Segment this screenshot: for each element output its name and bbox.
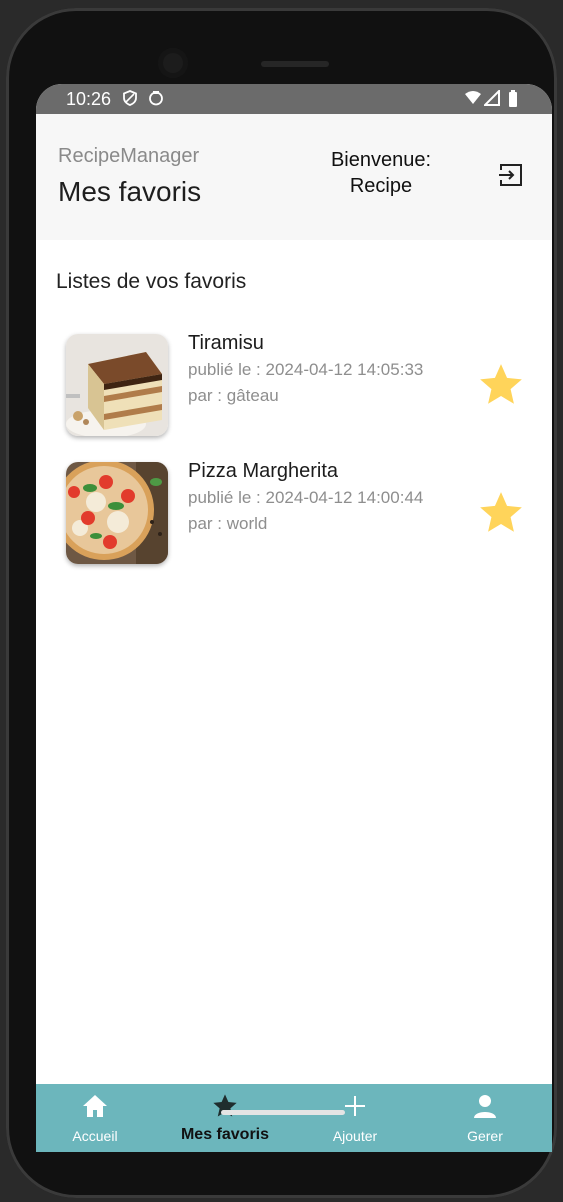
tiramisu-image	[66, 334, 168, 436]
page-title: Mes favoris	[58, 176, 202, 207]
welcome-label: Bienvenue:	[330, 149, 432, 171]
recipe-date: publié le : 2024-04-12 14:05:33	[188, 360, 424, 379]
nav-label: Accueil	[72, 1128, 118, 1144]
recipe-author: par : world	[188, 514, 268, 533]
username: Recipe	[349, 175, 413, 197]
recipe-author: par : gâteau	[188, 386, 279, 405]
nav-item-mes-favoris[interactable]: Mes favoris	[170, 1084, 280, 1152]
earpiece-speaker	[261, 61, 329, 67]
favorite-star-icon[interactable]	[476, 488, 526, 538]
welcome-text: Bienvenue: Recipe	[301, 147, 461, 199]
person-icon	[430, 1092, 540, 1120]
nav-label: Mes favoris	[180, 1126, 270, 1143]
nav-item-ajouter[interactable]: Ajouter	[300, 1084, 410, 1152]
pizza-image	[66, 462, 168, 564]
nav-item-gerer[interactable]: Gerer	[430, 1084, 540, 1152]
star-icon	[170, 1092, 280, 1120]
logout-icon	[498, 162, 524, 193]
shield-icon	[122, 90, 138, 106]
sync-icon	[148, 90, 164, 106]
status-bar: 10:26	[36, 84, 552, 114]
home-icon	[40, 1092, 150, 1120]
list-item[interactable]: Tiramisu publié le : 2024-04-12 14:05:33…	[36, 330, 552, 440]
app-header: RecipeManager Mes favoris Bienvenue: Rec…	[36, 114, 552, 240]
plus-icon	[300, 1092, 410, 1120]
front-camera	[158, 48, 188, 78]
nav-item-accueil[interactable]: Accueil	[40, 1084, 150, 1152]
home-indicator[interactable]	[221, 1110, 345, 1115]
app-screen: 10:26 RecipeManager Mes favoris Bienvenu…	[36, 84, 552, 1152]
nav-label: Ajouter	[332, 1128, 378, 1144]
recipe-date: publié le : 2024-04-12 14:00:44	[188, 488, 424, 507]
recipe-title: Tiramisu	[188, 332, 264, 354]
favorite-star-icon[interactable]	[476, 360, 526, 410]
recipe-title: Pizza Margherita	[188, 460, 339, 482]
list-item[interactable]: Pizza Margherita publié le : 2024-04-12 …	[36, 458, 552, 568]
device-frame: 10:26 RecipeManager Mes favoris Bienvenu…	[0, 0, 563, 1202]
bottom-navigation: Accueil Mes favoris Ajouter Gerer	[36, 1084, 552, 1152]
status-time: 10:26	[66, 89, 112, 109]
signal-icon	[482, 88, 500, 106]
battery-icon	[508, 90, 518, 107]
logout-button[interactable]	[494, 160, 528, 194]
wifi-icon	[464, 90, 481, 106]
nav-label: Gerer	[467, 1128, 503, 1144]
section-title: Listes de vos favoris	[56, 270, 247, 293]
app-name: RecipeManager	[58, 145, 200, 167]
